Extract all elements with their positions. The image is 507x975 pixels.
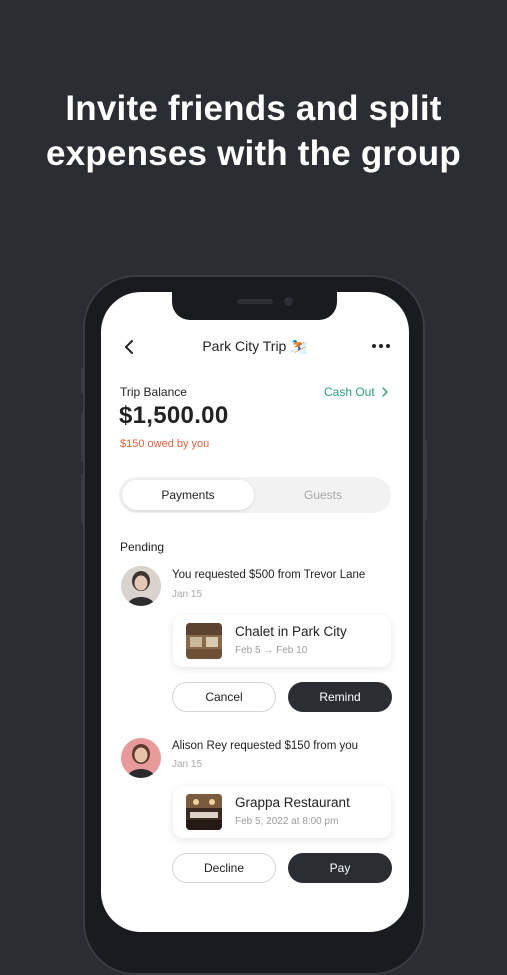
booking-card[interactable]: Grappa Restaurant Feb 5, 2022 at 8:00 pm: [173, 786, 391, 838]
chevron-left-icon[interactable]: [118, 336, 140, 358]
phone-notch: [172, 292, 337, 320]
avatar: [121, 566, 161, 606]
tab-guests[interactable]: Guests: [258, 480, 388, 510]
marketing-headline: Invite friends and split expenses with t…: [0, 86, 507, 176]
tab-payments[interactable]: Payments: [122, 480, 254, 510]
phone-side-button: [81, 368, 85, 394]
chalet-thumbnail: [186, 623, 222, 659]
balance-amount: $1,500.00: [119, 402, 229, 429]
phone-power-button: [423, 440, 427, 520]
card-title: Grappa Restaurant: [235, 795, 350, 810]
phone-camera: [284, 297, 293, 306]
pay-button[interactable]: Pay: [288, 853, 392, 883]
more-horizontal-icon[interactable]: [370, 338, 392, 354]
trip-title: Park City Trip ⛷️: [202, 338, 308, 354]
cancel-button[interactable]: Cancel: [172, 682, 276, 712]
booking-card[interactable]: Chalet in Park City Feb 5 → Feb 10: [173, 615, 391, 667]
headline-line-1: Invite friends and split: [65, 89, 442, 128]
cash-out-label: Cash Out: [324, 385, 375, 399]
request-text: You requested $500 from Trevor Lane: [172, 569, 366, 581]
card-subtitle: Feb 5, 2022 at 8:00 pm: [235, 816, 339, 827]
remind-button[interactable]: Remind: [288, 682, 392, 712]
headline-line-2: expenses with the group: [46, 134, 461, 173]
owed-amount: $150 owed by you: [120, 438, 210, 450]
phone-volume-down: [81, 474, 85, 524]
request-text: Alison Rey requested $150 from you: [172, 740, 359, 752]
avatar: [121, 738, 161, 778]
request-date: Jan 15: [172, 759, 203, 770]
restaurant-thumbnail: [186, 794, 222, 830]
section-title: Pending: [120, 540, 165, 554]
card-subtitle: Feb 5 → Feb 10: [235, 645, 308, 656]
phone-volume-up: [81, 412, 85, 462]
phone-speaker: [237, 299, 273, 304]
cash-out-link[interactable]: Cash Out: [324, 385, 389, 399]
trip-balance-label: Trip Balance: [120, 385, 187, 399]
decline-button[interactable]: Decline: [172, 853, 276, 883]
request-date: Jan 15: [172, 589, 203, 600]
chevron-right-icon: [382, 387, 388, 397]
card-title: Chalet in Park City: [235, 624, 347, 639]
